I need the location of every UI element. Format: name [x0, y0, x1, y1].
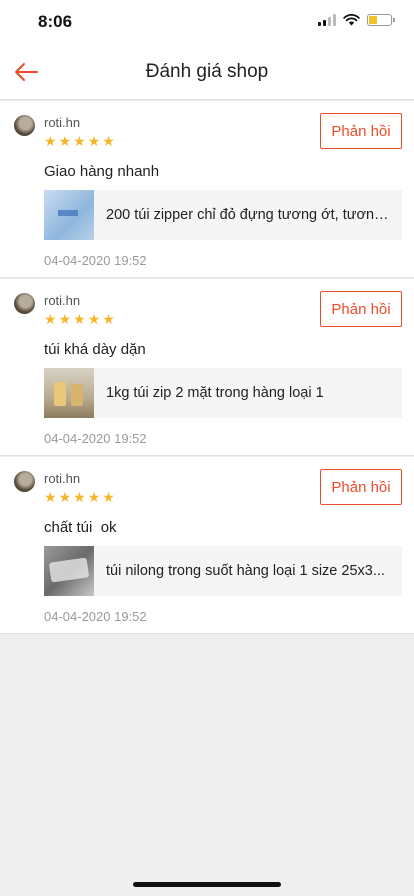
star-icon: ★ [44, 489, 57, 505]
status-time: 8:06 [38, 12, 73, 31]
star-icon: ★ [44, 311, 57, 327]
star-icon: ★ [58, 133, 72, 149]
reviewer-username: roti.hn [44, 471, 81, 486]
product-thumbnail [44, 190, 94, 240]
status-bar: 8:06 [0, 0, 414, 44]
reply-button[interactable]: Phản hồi [320, 113, 402, 149]
home-indicator[interactable] [133, 882, 281, 887]
star-icon: ★ [73, 311, 86, 327]
avatar[interactable] [14, 115, 35, 136]
reviewer-username: roti.hn [44, 115, 81, 130]
cellular-signal-icon [318, 14, 336, 26]
star-icon: ★ [58, 489, 72, 505]
star-icon: ★ [87, 489, 101, 505]
product-name: 200 túi zipper chỉ đỏ đựng tương ớt, tươ… [106, 207, 390, 223]
product-link[interactable]: 1kg túi zip 2 mặt trong hàng loại 1 [44, 368, 402, 418]
star-rating: ★ ★ ★ ★ ★ [44, 490, 115, 504]
product-thumbnail [44, 546, 94, 596]
star-icon: ★ [58, 311, 72, 327]
review-date: 04-04-2020 19:52 [44, 431, 147, 446]
product-name: 1kg túi zip 2 mặt trong hàng loại 1 [106, 385, 324, 401]
star-icon: ★ [102, 489, 115, 505]
review-card: roti.hn ★ ★ ★ ★ ★ Phản hồi chất túi ok t… [0, 457, 414, 634]
star-icon: ★ [87, 133, 101, 149]
avatar[interactable] [14, 471, 35, 492]
product-thumbnail [44, 368, 94, 418]
review-comment: Giao hàng nhanh [44, 163, 160, 180]
reply-button[interactable]: Phản hồi [320, 291, 402, 327]
avatar[interactable] [14, 293, 35, 314]
star-icon: ★ [44, 133, 57, 149]
product-link[interactable]: túi nilong trong suốt hàng loại 1 size 2… [44, 546, 402, 596]
review-card: roti.hn ★ ★ ★ ★ ★ Phản hồi túi khá dày d… [0, 279, 414, 456]
page-title: Đánh giá shop [145, 61, 269, 82]
battery-fill [369, 16, 378, 24]
star-icon: ★ [102, 133, 115, 149]
star-icon: ★ [73, 133, 86, 149]
wifi-icon [343, 14, 360, 26]
product-name: túi nilong trong suốt hàng loại 1 size 2… [106, 563, 385, 579]
star-icon: ★ [73, 489, 86, 505]
star-icon: ★ [102, 311, 115, 327]
review-comment: túi khá dày dặn [44, 341, 146, 358]
reviewer-username: roti.hn [44, 293, 81, 308]
star-icon: ★ [87, 311, 101, 327]
review-list: roti.hn ★ ★ ★ ★ ★ Phản hồi Giao hàng nha… [0, 101, 414, 634]
battery-icon [367, 14, 395, 26]
product-link[interactable]: 200 túi zipper chỉ đỏ đựng tương ớt, tươ… [44, 190, 402, 240]
star-rating: ★ ★ ★ ★ ★ [44, 134, 115, 148]
star-rating: ★ ★ ★ ★ ★ [44, 312, 115, 326]
reply-button[interactable]: Phản hồi [320, 469, 402, 505]
review-comment: chất túi ok [44, 519, 117, 536]
status-icons [318, 14, 395, 26]
review-date: 04-04-2020 19:52 [44, 253, 147, 268]
review-card: roti.hn ★ ★ ★ ★ ★ Phản hồi Giao hàng nha… [0, 101, 414, 278]
header: Đánh giá shop [0, 44, 414, 100]
review-date: 04-04-2020 19:52 [44, 609, 147, 624]
